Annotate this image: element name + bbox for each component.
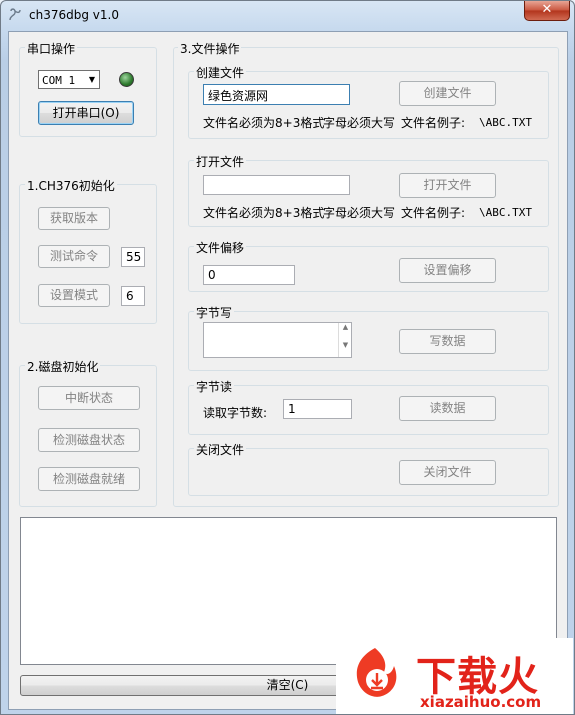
open-hint-format: 文件名必须为8+3格式 (203, 206, 325, 220)
create-file-label: 创建文件 (423, 86, 472, 100)
scroll-up-icon[interactable]: ▲ (339, 323, 352, 331)
file-ops-group-title: 3.文件操作 (178, 40, 242, 57)
byte-write-title: 字节写 (194, 304, 235, 321)
window-title: ch376dbg v1.0 (29, 8, 119, 22)
set-mode-input[interactable]: 6 (121, 286, 145, 306)
set-offset-button[interactable]: 设置偏移 (399, 258, 496, 283)
create-file-button[interactable]: 创建文件 (399, 81, 496, 106)
scroll-down-icon[interactable]: ▼ (339, 341, 352, 349)
create-hint-example-label: 文件名例子: (401, 116, 466, 130)
test-command-label: 测试命令 (49, 249, 98, 263)
read-data-label: 读数据 (429, 401, 466, 415)
offset-input[interactable]: 0 (203, 265, 295, 285)
close-file-label: 关闭文件 (423, 465, 472, 479)
watermark-url: xiazaihuo.com (420, 693, 542, 711)
byte-read-title: 字节读 (194, 378, 235, 395)
write-data-button[interactable]: 写数据 (399, 329, 496, 354)
clear-label: 清空(C) (266, 678, 309, 692)
set-mode-button[interactable]: 设置模式 (38, 284, 110, 307)
open-filename-input[interactable] (203, 175, 350, 195)
open-file-button[interactable]: 打开文件 (399, 173, 496, 198)
get-version-button[interactable]: 获取版本 (38, 207, 110, 230)
get-version-label: 获取版本 (49, 211, 98, 225)
download-fire-icon (356, 648, 397, 697)
check-disk-ready-label: 检测磁盘就绪 (52, 472, 125, 486)
open-hint-upper: 字母必须大写 (323, 206, 396, 220)
write-data-label: 写数据 (429, 334, 466, 348)
set-offset-label: 设置偏移 (423, 263, 472, 277)
open-hint-example-label: 文件名例子: (401, 206, 466, 220)
watermark: 下载火 xiazaihuo.com (336, 638, 573, 714)
init-group-title: 1.CH376初始化 (25, 177, 117, 194)
byte-write-textarea[interactable] (203, 322, 352, 358)
close-file-button[interactable]: 关闭文件 (399, 460, 496, 485)
status-led-icon (119, 72, 134, 87)
test-command-input[interactable]: 55 (121, 247, 145, 267)
create-hint-example: \ABC.TXT (479, 116, 532, 129)
interrupt-status-button[interactable]: 中断状态 (38, 386, 140, 410)
open-file-title: 打开文件 (194, 153, 247, 170)
textarea-scrollbar[interactable]: ▲ ▼ (338, 323, 352, 357)
read-count-input[interactable]: 1 (283, 399, 352, 419)
open-port-button[interactable]: 打开串口(O) (38, 101, 134, 125)
check-disk-ready-button[interactable]: 检测磁盘就绪 (38, 467, 140, 491)
check-disk-status-label: 检测磁盘状态 (52, 433, 125, 447)
read-data-button[interactable]: 读数据 (399, 396, 496, 421)
disk-group-title: 2.磁盘初始化 (25, 358, 101, 375)
set-mode-label: 设置模式 (49, 288, 98, 302)
close-file-title: 关闭文件 (194, 441, 247, 458)
chevron-down-icon: ▼ (88, 75, 95, 84)
app-icon (9, 8, 21, 21)
serial-group-title: 串口操作 (25, 40, 78, 57)
open-file-label: 打开文件 (423, 178, 472, 192)
create-filename-input[interactable]: 绿色资源网 (203, 84, 350, 105)
close-button[interactable]: ✕ (524, 1, 570, 21)
read-count-label: 读取字节数: (203, 406, 268, 420)
app-window: ch376dbg v1.0 ✕ 串口操作 COM 1 ▼ 打开串口(O) 1.C… (0, 0, 575, 715)
open-hint-example: \ABC.TXT (479, 206, 532, 219)
interrupt-status-label: 中断状态 (64, 391, 113, 405)
create-file-title: 创建文件 (194, 64, 247, 81)
com-port-select[interactable]: COM 1 ▼ (38, 70, 100, 89)
com-port-value: COM 1 (42, 74, 76, 87)
create-hint-format: 文件名必须为8+3格式 (203, 116, 325, 130)
title-bar[interactable]: ch376dbg v1.0 ✕ (1, 1, 574, 31)
client-area: 串口操作 COM 1 ▼ 打开串口(O) 1.CH376初始化 获取版本 测试命… (8, 31, 568, 710)
file-offset-title: 文件偏移 (194, 239, 247, 256)
open-port-label: 打开串口(O) (52, 106, 120, 120)
create-hint-upper: 字母必须大写 (323, 116, 396, 130)
test-command-button[interactable]: 测试命令 (38, 245, 110, 268)
check-disk-status-button[interactable]: 检测磁盘状态 (38, 428, 140, 452)
close-icon: ✕ (541, 2, 553, 17)
